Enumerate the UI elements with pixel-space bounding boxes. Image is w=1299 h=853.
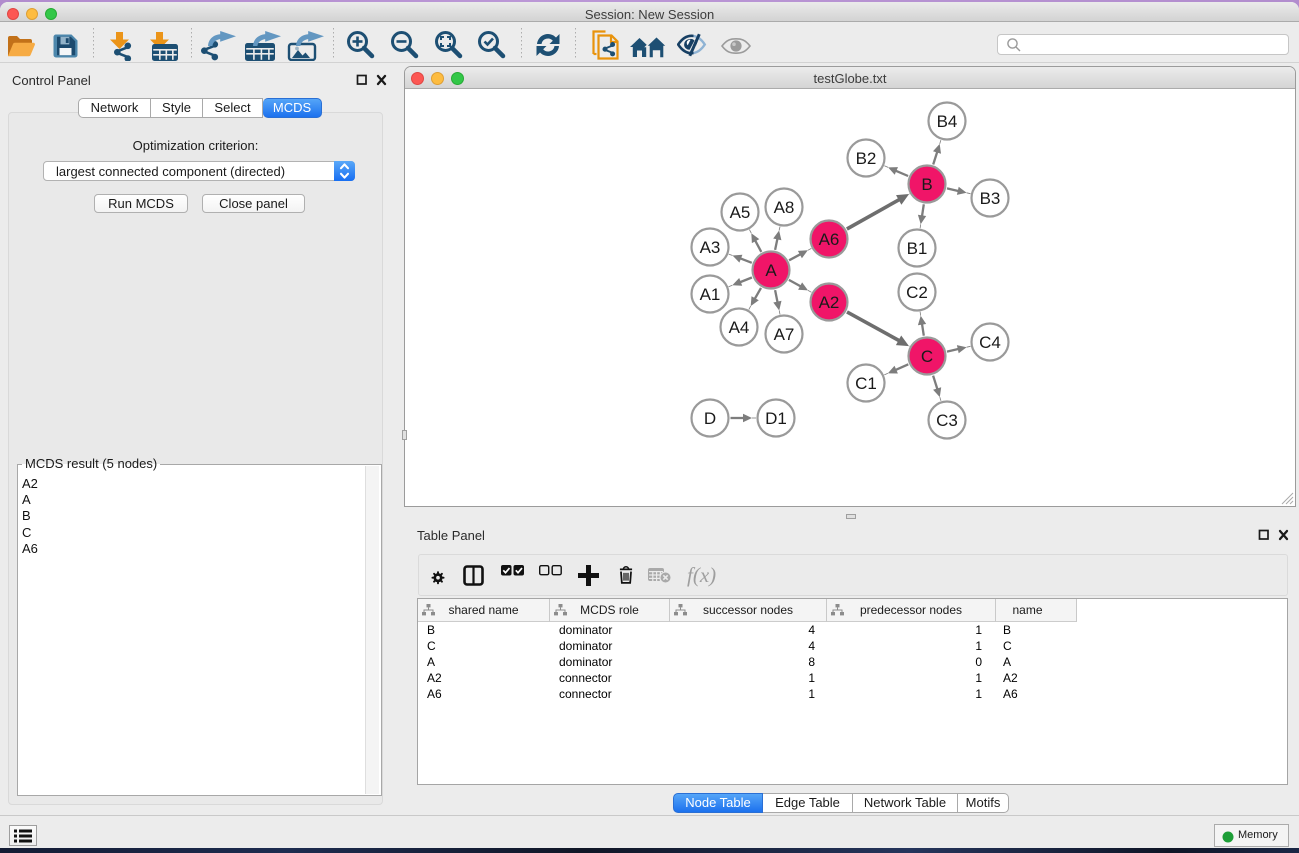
- svg-text:A: A: [765, 261, 777, 280]
- svg-text:C3: C3: [936, 411, 958, 430]
- svg-text:A3: A3: [700, 238, 721, 257]
- svg-text:C1: C1: [855, 374, 877, 393]
- svg-text:A6: A6: [819, 230, 840, 249]
- svg-text:A7: A7: [774, 325, 795, 344]
- svg-text:C4: C4: [979, 333, 1001, 352]
- svg-text:B4: B4: [937, 112, 958, 131]
- svg-text:B2: B2: [856, 149, 877, 168]
- svg-text:A4: A4: [729, 318, 750, 337]
- svg-text:A5: A5: [730, 203, 751, 222]
- svg-text:B3: B3: [980, 189, 1001, 208]
- svg-text:D: D: [704, 409, 716, 428]
- svg-text:C: C: [921, 347, 933, 366]
- svg-text:B: B: [921, 175, 932, 194]
- svg-text:B1: B1: [907, 239, 928, 258]
- svg-text:A2: A2: [819, 293, 840, 312]
- svg-text:A8: A8: [774, 198, 795, 217]
- svg-text:C2: C2: [906, 283, 928, 302]
- svg-text:A1: A1: [700, 285, 721, 304]
- svg-text:D1: D1: [765, 409, 787, 428]
